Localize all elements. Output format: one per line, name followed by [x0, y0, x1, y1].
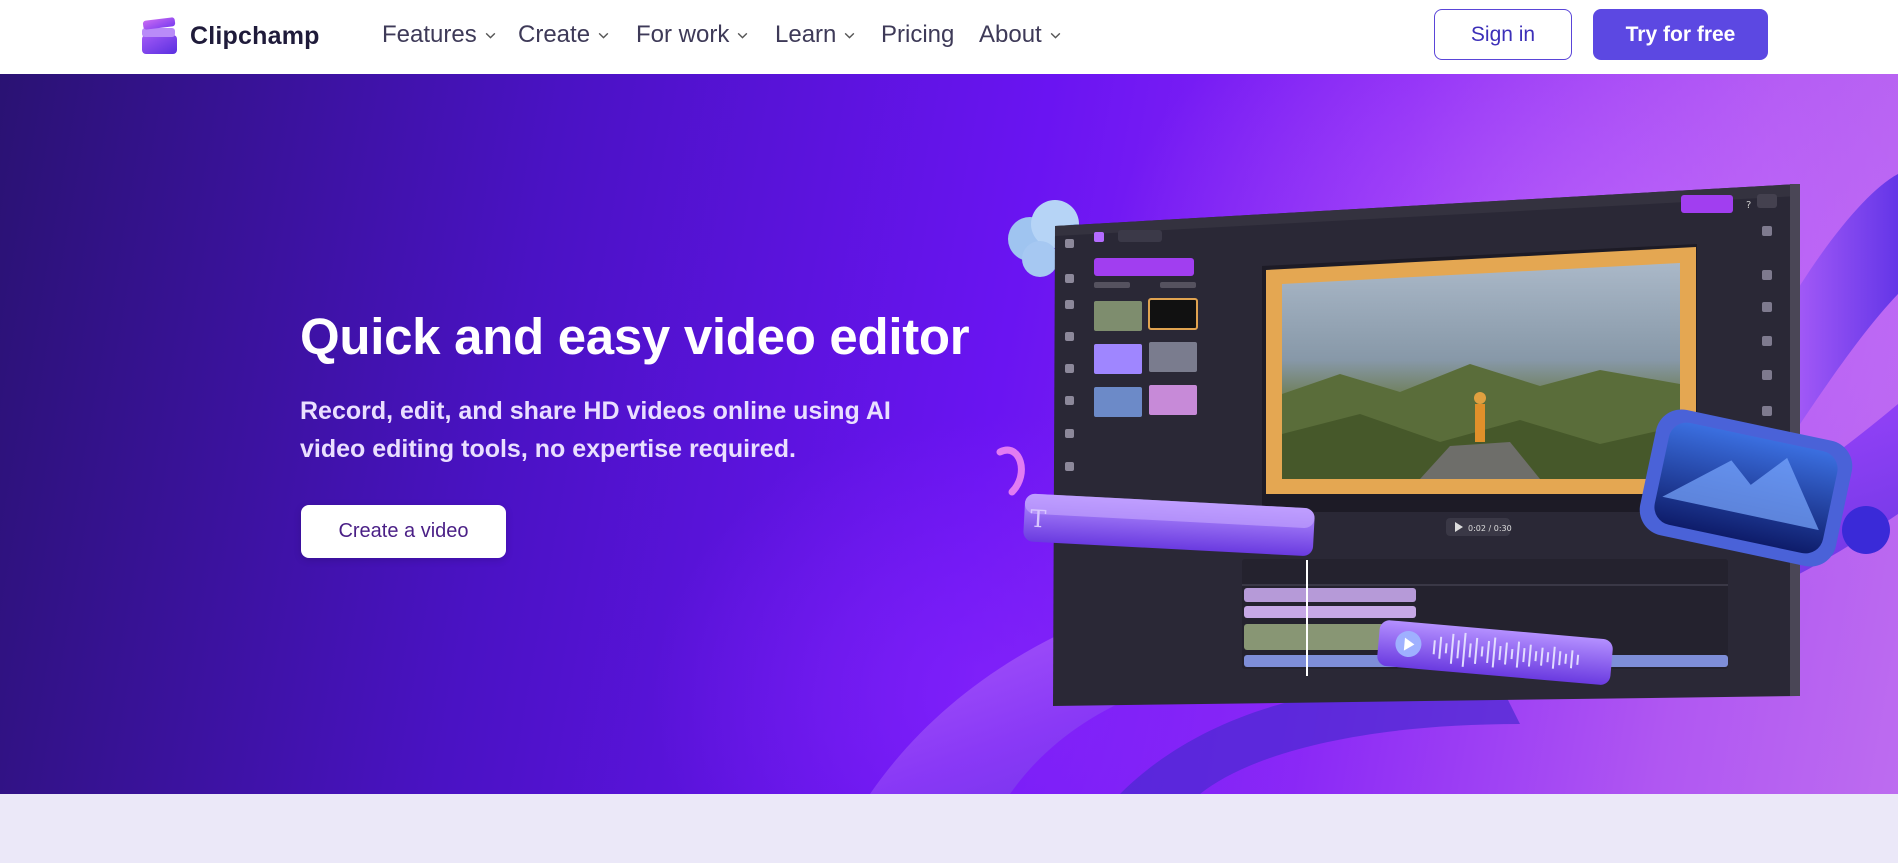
top-navigation: Clipchamp Features Create For work Learn…	[0, 0, 1898, 74]
editor-preview-illustration: ? 0:02 / 0:30 T	[870, 174, 1898, 794]
hero-title: Quick and easy video editor	[300, 308, 970, 365]
nav-item-label: Features	[382, 21, 477, 48]
clipchamp-logo-icon	[142, 17, 177, 54]
svg-text:T: T	[1029, 505, 1046, 534]
playback-time-display: 0:02 / 0:30	[1468, 524, 1512, 533]
chevron-down-icon	[845, 32, 855, 39]
nav-item-label: Learn	[775, 21, 837, 48]
nav-item-for-work[interactable]: For work	[636, 20, 749, 50]
nav-item-features[interactable]: Features	[382, 20, 497, 50]
create-a-video-button[interactable]: Create a video	[301, 505, 506, 558]
hero-subtitle: Record, edit, and share HD videos online…	[300, 397, 891, 463]
nav-item-label: For work	[636, 21, 730, 48]
brand-name: Clipchamp	[190, 21, 320, 50]
hero-section: ? 0:02 / 0:30 T Quick and easy video edi…	[0, 74, 1898, 794]
chevron-down-icon	[598, 32, 609, 39]
nav-item-label: Create	[518, 21, 591, 48]
nav-item-about[interactable]: About	[979, 20, 1062, 50]
nav-item-label: Pricing	[881, 21, 955, 48]
chevron-down-icon	[485, 32, 496, 39]
brand-logo-link[interactable]: Clipchamp	[141, 16, 320, 56]
chevron-down-icon	[1050, 32, 1061, 39]
sign-in-button[interactable]: Sign in	[1434, 9, 1572, 60]
svg-text:?: ?	[1746, 200, 1751, 211]
nav-item-label: About	[979, 21, 1042, 48]
chevron-down-icon	[738, 32, 748, 39]
try-for-free-button[interactable]: Try for free	[1593, 9, 1768, 60]
nav-item-pricing[interactable]: Pricing	[881, 20, 954, 50]
nav-item-create[interactable]: Create	[518, 20, 610, 50]
nav-item-learn[interactable]: Learn	[775, 20, 856, 50]
